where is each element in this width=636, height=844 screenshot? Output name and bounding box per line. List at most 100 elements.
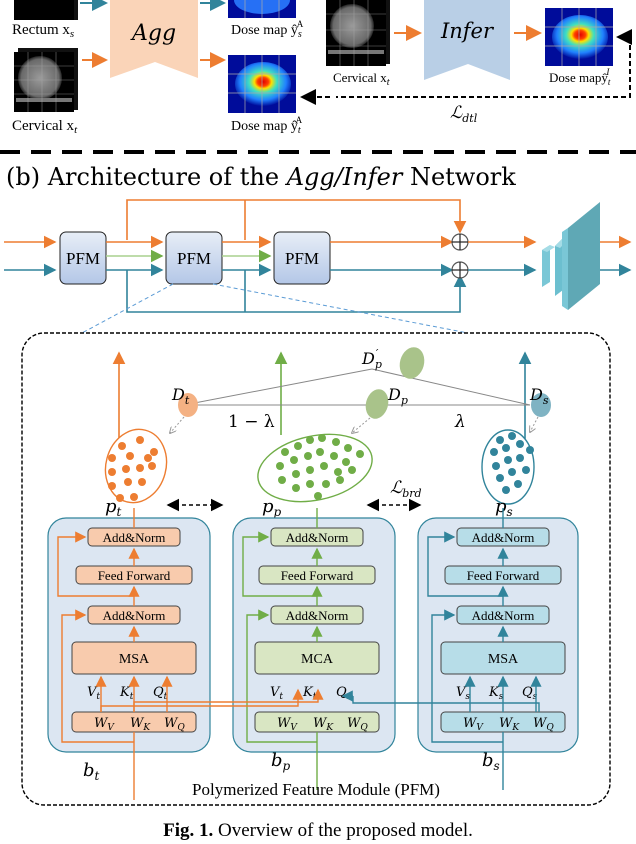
- prototype-dot: [516, 440, 524, 448]
- prototype-dot: [508, 468, 516, 476]
- prototype-dot: [292, 484, 300, 492]
- figure-caption: Fig. 1. Overview of the proposed model.: [163, 820, 473, 841]
- transformer-branch-target: Add&NormFeed ForwardAdd&NormMSAWVVtWKKtW…: [47, 508, 211, 800]
- domain-ds-label: Ds: [529, 385, 549, 407]
- attention-block-label: MSA: [488, 652, 519, 667]
- prototype-dot: [150, 448, 158, 456]
- prototype-dot: [306, 436, 314, 444]
- prototype-cluster-source: [481, 429, 535, 505]
- input-bs-label: bs: [482, 750, 500, 773]
- add-norm-top-label: Add&Norm: [103, 530, 166, 545]
- prototype-dot: [356, 450, 364, 458]
- prototype-dot: [516, 454, 524, 462]
- prototype-dot: [294, 442, 302, 450]
- prototype-dot: [144, 454, 152, 462]
- prototype-dot: [502, 486, 510, 494]
- ct-rectum-image: [14, 0, 78, 20]
- prototype-dot: [492, 462, 500, 470]
- feed-forward-label: Feed Forward: [467, 568, 540, 583]
- pfm-label-3: PFM: [285, 249, 319, 268]
- prototype-dot: [306, 466, 314, 474]
- prototype-dot: [334, 468, 342, 476]
- prototype-dot: [116, 494, 124, 502]
- prototype-dot: [290, 456, 298, 464]
- prototype-dot: [344, 444, 352, 452]
- ct-cervical-infer-image: [326, 0, 390, 66]
- prototype-dot: [122, 465, 130, 473]
- line-dt-dpprime: [183, 368, 373, 406]
- domain-dt-label: Dt: [171, 385, 190, 407]
- prototype-dot: [281, 448, 289, 456]
- prototype-dot: [316, 448, 324, 456]
- prototype-pp-label: pp: [262, 496, 282, 519]
- transformer-branch-poly: Add&NormFeed ForwardAdd&NormMCAWVVtWKKtW…: [232, 508, 396, 790]
- prototype-dot: [108, 454, 116, 462]
- arrow-dp-to-pp: [352, 417, 371, 433]
- agg-label: Agg: [130, 21, 176, 46]
- prototype-dot: [124, 478, 132, 486]
- sum-node-teal: [451, 261, 469, 279]
- dose-map-infer-image: [545, 8, 613, 66]
- feed-forward-label: Feed Forward: [98, 568, 171, 583]
- section-b-title: (b) Architecture of the Agg/Infer Networ…: [6, 163, 516, 191]
- diagram-canvas: Rectum xs Cervical xt Agg Dose map ŷsA D…: [0, 0, 636, 841]
- prototype-dot: [130, 493, 138, 501]
- pfm-block-1[interactable]: PFM: [59, 231, 107, 285]
- prototype-dot: [136, 436, 144, 444]
- loss-brd-label: ℒbrd: [390, 478, 422, 500]
- feed-forward-label: Feed Forward: [281, 568, 354, 583]
- prototype-dot: [348, 466, 356, 474]
- prototype-dot: [306, 480, 314, 488]
- prototype-dot: [496, 474, 504, 482]
- prototype-dot: [108, 468, 116, 476]
- infer-label: Infer: [440, 19, 495, 43]
- arrow-dt-to-pt: [170, 416, 185, 433]
- rectum-input-label: Rectum xs: [12, 22, 74, 40]
- pfm-label-1: PFM: [66, 249, 100, 268]
- weight-left-label: 1 − λ: [228, 412, 275, 432]
- add-norm-bottom-label: Add&Norm: [103, 608, 166, 623]
- prototype-dot: [108, 482, 116, 490]
- add-norm-bottom-label: Add&Norm: [286, 608, 349, 623]
- prototype-dot: [136, 464, 144, 472]
- zoom-line-right: [212, 283, 469, 334]
- prototype-dot: [118, 442, 126, 450]
- prototype-dot: [332, 438, 340, 446]
- cervical-infer-label: Cervical xt: [333, 70, 390, 88]
- prototype-dot: [490, 448, 498, 456]
- pfm-label-2: PFM: [177, 249, 211, 268]
- prototype-dot: [320, 462, 328, 470]
- prototype-dot: [504, 456, 512, 464]
- add-norm-top-label: Add&Norm: [286, 530, 349, 545]
- add-norm-bottom-label: Add&Norm: [472, 608, 535, 623]
- prototype-dot: [336, 476, 344, 484]
- attention-block-label: MSA: [119, 652, 150, 667]
- weight-right-label: λ: [454, 412, 466, 432]
- prototype-dot: [304, 452, 312, 460]
- prototype-dot: [526, 446, 534, 454]
- pfm-block-2[interactable]: PFM: [165, 231, 223, 285]
- attention-block-label: MCA: [301, 652, 334, 667]
- prototype-dot: [314, 492, 322, 500]
- dose-map-target-image: [228, 55, 296, 113]
- prototype-dot: [318, 434, 326, 442]
- pfm-block-3[interactable]: PFM: [273, 231, 331, 285]
- domain-dp-label: Dp: [387, 385, 408, 407]
- transformer-branch-source: Add&NormFeed ForwardAdd&NormMSAWVVsWKKsW…: [417, 508, 579, 790]
- arrow-ds-to-ps: [530, 416, 539, 432]
- prototype-dot: [502, 444, 510, 452]
- prototype-dot: [522, 466, 530, 474]
- dose-map-target-label: Dose map ŷtA: [231, 115, 303, 136]
- prototype-dot: [292, 470, 300, 478]
- prototype-dot: [514, 480, 522, 488]
- agg-network: Agg: [110, 0, 198, 78]
- input-bt-label: bt: [83, 760, 100, 783]
- domain-dp-prime-label: Dp′: [361, 347, 382, 371]
- decoder-icon: [542, 202, 600, 310]
- ct-cervical-image: [14, 48, 78, 112]
- pfm-module-caption: Polymerized Feature Module (PFM): [192, 780, 440, 799]
- dose-map-infer-label: Dose mapŷtI: [549, 67, 611, 87]
- prototype-dot: [148, 462, 156, 470]
- loss-dtl-label: ℒdtl: [450, 103, 478, 125]
- dose-map-source-label: Dose map ŷsA: [231, 19, 304, 40]
